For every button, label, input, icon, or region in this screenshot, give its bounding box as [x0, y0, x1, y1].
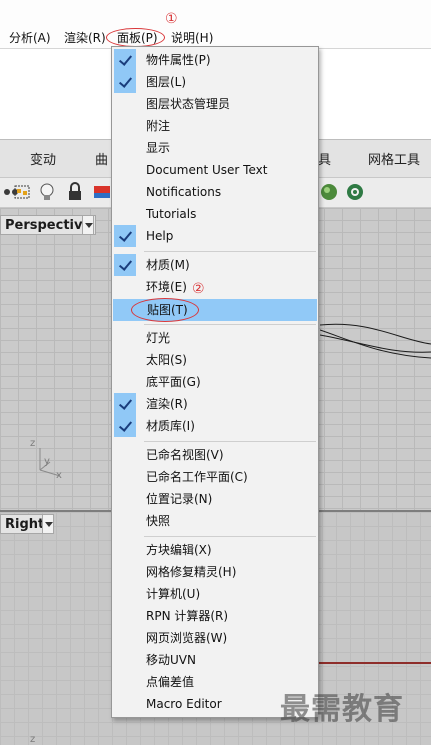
menu-item-move-uvn[interactable]: 移动UVN — [112, 649, 318, 671]
menu-item-snapshots[interactable]: 快照 — [112, 510, 318, 532]
menu-analyze[interactable]: 分析(A) — [9, 29, 51, 47]
menu-item-named-views[interactable]: 已命名视图(V) — [112, 444, 318, 466]
menu-item-label: 材质(M) — [146, 258, 190, 272]
axis-z-label-right: z — [30, 734, 36, 745]
menu-render[interactable]: 渲染(R) — [64, 29, 106, 47]
menu-item-layer-state-manager[interactable]: 图层状态管理员 — [112, 93, 318, 115]
tab-curve[interactable]: 曲 — [95, 150, 108, 172]
menu-item-environments[interactable]: 环境(E) — [112, 276, 318, 298]
annotation-circle-panels — [106, 28, 165, 47]
curve-object[interactable] — [320, 280, 431, 380]
menu-item-named-cplanes[interactable]: 已命名工作平面(C) — [112, 466, 318, 488]
menu-item-rendering[interactable]: 渲染(R) — [112, 393, 318, 415]
checkmark-icon — [114, 393, 136, 415]
perspective-viewport-dropdown[interactable] — [82, 215, 94, 235]
menu-item-label: 移动UVN — [146, 653, 196, 667]
menu-item-label: 网格修复精灵(H) — [146, 565, 237, 579]
menu-item-label: 位置记录(N) — [146, 492, 213, 506]
menu-item-label: Document User Text — [146, 163, 268, 177]
axis-red-line — [318, 662, 431, 664]
annotation-circle-texture — [131, 298, 199, 322]
axis-x-label: x — [56, 470, 62, 481]
menu-item-display[interactable]: 显示 — [112, 137, 318, 159]
menu-item-label: 计算机(U) — [146, 587, 201, 601]
menu-item-label: 环境(E) — [146, 280, 187, 294]
menu-item-notifications[interactable]: Notifications — [112, 181, 318, 203]
menu-help[interactable]: 说明(H) — [171, 29, 213, 47]
menu-item-label: 方块编辑(X) — [146, 543, 212, 557]
menu-item-calculator[interactable]: 计算机(U) — [112, 583, 318, 605]
menu-item-document-user-text[interactable]: Document User Text — [112, 159, 318, 181]
tab-transform[interactable]: 变动 — [30, 150, 56, 172]
checkmark-icon — [114, 254, 136, 276]
menu-item-label: 快照 — [146, 514, 171, 528]
menu-item-label: 附注 — [146, 119, 171, 133]
menu-item-label: 灯光 — [146, 331, 171, 345]
render-sphere-icon[interactable] — [319, 181, 339, 203]
menu-item-label: 物件属性(P) — [146, 53, 211, 67]
menu-item-web-browser[interactable]: 网页浏览器(W) — [112, 627, 318, 649]
menu-item-label: Notifications — [146, 185, 222, 199]
tab-mesh-tools[interactable]: 网格工具 — [368, 150, 420, 172]
menu-item-materials[interactable]: 材质(M) — [112, 254, 318, 276]
checkmark-icon — [114, 49, 136, 71]
menu-item-material-library[interactable]: 材质库(I) — [112, 415, 318, 437]
menu-item-label: Macro Editor — [146, 697, 222, 711]
menu-item-mesh-repair[interactable]: 网格修复精灵(H) — [112, 561, 318, 583]
menu-item-label: 网页浏览器(W) — [146, 631, 228, 645]
menu-item-object-properties[interactable]: 物件属性(P) — [112, 49, 318, 71]
menu-separator — [144, 324, 316, 325]
axis-y-label: y — [44, 456, 50, 467]
render-preview-icon[interactable] — [345, 181, 365, 203]
menu-item-rpn-calculator[interactable]: RPN 计算器(R) — [112, 605, 318, 627]
lock-icon[interactable] — [65, 181, 85, 203]
menu-item-label: 已命名视图(V) — [146, 448, 224, 462]
menu-item-block-edit[interactable]: 方块编辑(X) — [112, 539, 318, 561]
menu-item-label: 渲染(R) — [146, 397, 188, 411]
watermark: 最需教育 — [280, 692, 404, 727]
annotation-number-one: ① — [165, 11, 178, 27]
annotation-number-two: ② — [192, 281, 205, 297]
menu-separator — [144, 251, 316, 252]
menu-separator — [144, 441, 316, 442]
menu-separator — [144, 536, 316, 537]
menu-item-sun[interactable]: 太阳(S) — [112, 349, 318, 371]
select-points-icon[interactable] — [13, 181, 33, 203]
checkmark-icon — [114, 225, 136, 247]
menu-item-notes[interactable]: 附注 — [112, 115, 318, 137]
axis-z-label: z — [30, 438, 36, 449]
menu-bar: 分析(A) 渲染(R) 面板(P) 说明(H) ① — [0, 0, 431, 48]
menu-item-label: 图层(L) — [146, 75, 187, 89]
tab-tools[interactable]: 具 — [318, 150, 331, 172]
menu-item-label: 已命名工作平面(C) — [146, 470, 248, 484]
checkmark-icon — [114, 415, 136, 437]
menu-item-label: 太阳(S) — [146, 353, 187, 367]
menu-item-label: 材质库(I) — [146, 419, 195, 433]
right-viewport-dropdown[interactable] — [42, 514, 54, 534]
menu-item-label: 图层状态管理员 — [146, 97, 231, 111]
menu-item-label: RPN 计算器(R) — [146, 609, 229, 623]
color-palette-icon[interactable] — [92, 181, 112, 203]
menu-item-ground-plane[interactable]: 底平面(G) — [112, 371, 318, 393]
light-bulb-icon[interactable] — [37, 181, 57, 203]
menu-item-help[interactable]: Help — [112, 225, 318, 247]
menu-item-label: 点偏差值 — [146, 675, 195, 689]
menu-item-named-positions[interactable]: 位置记录(N) — [112, 488, 318, 510]
menu-item-label: Tutorials — [146, 207, 197, 221]
menu-item-label: Help — [146, 229, 174, 243]
menu-item-lights[interactable]: 灯光 — [112, 327, 318, 349]
menu-item-layers[interactable]: 图层(L) — [112, 71, 318, 93]
menu-item-label: 底平面(G) — [146, 375, 201, 389]
menu-item-label: 显示 — [146, 141, 171, 155]
checkmark-icon — [114, 71, 136, 93]
menu-item-tutorials[interactable]: Tutorials — [112, 203, 318, 225]
